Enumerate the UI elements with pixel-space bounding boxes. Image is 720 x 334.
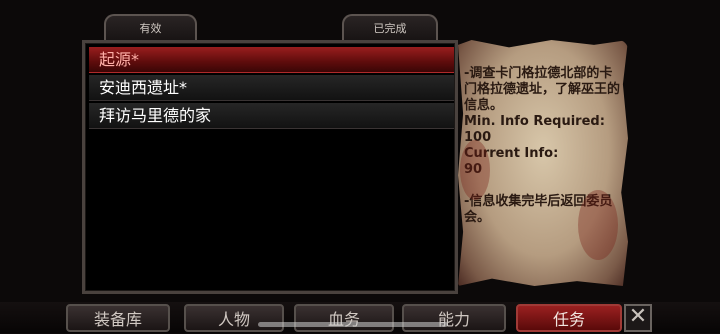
nav-quests-button[interactable]: 任务 xyxy=(516,304,622,332)
close-icon[interactable]: ✕ xyxy=(624,304,652,332)
blood-stain xyxy=(578,190,618,260)
quest-item-origin[interactable]: 起源* xyxy=(89,47,454,73)
quest-item-visit-marid-home[interactable]: 拜访马里德的家 xyxy=(89,103,454,129)
quest-details-scroll: -调查卡门格拉德北部的卡门格拉德遗址，了解巫王的信息。 Min. Info Re… xyxy=(458,40,628,286)
home-indicator-handle xyxy=(258,322,448,327)
nav-character-button[interactable]: 人物 xyxy=(184,304,284,332)
nav-abilities-button[interactable]: 能力 xyxy=(402,304,506,332)
nav-blood-button[interactable]: 血务 xyxy=(294,304,394,332)
blood-stain xyxy=(460,140,490,200)
quest-list-panel: 起源* 安迪西遗址* 拜访马里德的家 xyxy=(82,40,458,294)
quest-item-andixi-ruins[interactable]: 安迪西遗址* xyxy=(89,75,454,101)
nav-equipment-button[interactable]: 装备库 xyxy=(66,304,170,332)
